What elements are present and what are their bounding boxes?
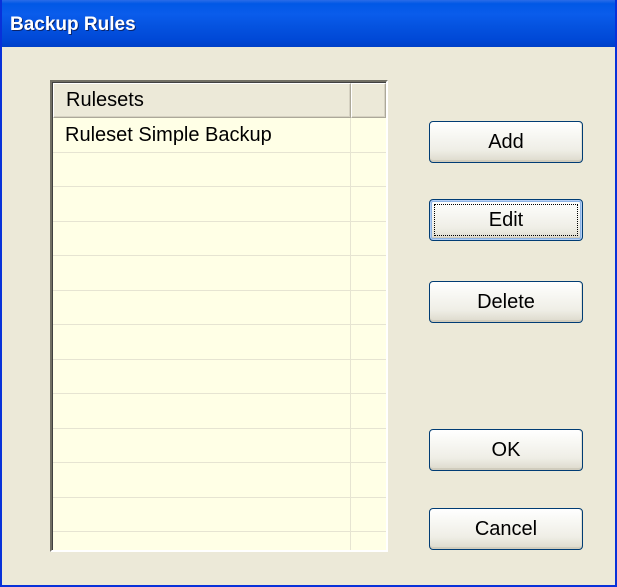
list-header-row: Rulesets: [53, 83, 386, 118]
add-button-label: Add: [488, 131, 524, 153]
list-item-extra-cell: [351, 498, 386, 532]
list-item-label: [53, 221, 351, 255]
list-item[interactable]: [53, 256, 386, 291]
list-item[interactable]: [53, 532, 386, 550]
list-item[interactable]: [53, 394, 386, 429]
list-item-label: [53, 394, 351, 428]
list-item-label: Ruleset Simple Backup: [53, 118, 351, 152]
list-item-extra-cell: [351, 256, 386, 290]
list-item-extra-cell: [351, 463, 386, 497]
list-item-extra-cell: [351, 118, 386, 152]
ok-button-label: OK: [491, 439, 521, 461]
list-item[interactable]: [53, 428, 386, 463]
rulesets-list[interactable]: Rulesets Ruleset Simple Backup: [50, 80, 388, 552]
list-item-label: [53, 532, 351, 550]
list-item-label: [53, 463, 351, 497]
list-item-extra-cell: [351, 187, 386, 221]
list-item-extra-cell: [351, 153, 386, 187]
cancel-button[interactable]: Cancel: [429, 508, 583, 550]
list-item[interactable]: [53, 221, 386, 256]
list-item-label: [53, 152, 351, 186]
cancel-button-label: Cancel: [474, 518, 538, 540]
list-item-extra-cell: [351, 532, 386, 550]
list-item-extra-cell: [351, 291, 386, 325]
list-item[interactable]: [53, 497, 386, 532]
list-item[interactable]: [53, 152, 386, 187]
list-item-label: [53, 325, 351, 359]
list-item[interactable]: Ruleset Simple Backup: [53, 118, 386, 153]
list-item-extra-cell: [351, 429, 386, 463]
list-item-label: [53, 187, 351, 221]
list-item-extra-cell: [351, 325, 386, 359]
edit-button[interactable]: Edit: [429, 199, 583, 241]
list-item[interactable]: [53, 463, 386, 498]
column-header-filler: [351, 83, 386, 118]
list-item[interactable]: [53, 325, 386, 360]
list-item-label: [53, 497, 351, 531]
list-item[interactable]: [53, 359, 386, 394]
column-header-rulesets[interactable]: Rulesets: [53, 83, 351, 118]
window-title: Backup Rules: [10, 14, 136, 35]
list-item-label: [53, 256, 351, 290]
list-item-extra-cell: [351, 222, 386, 256]
ok-button[interactable]: OK: [429, 429, 583, 471]
list-item-label: [53, 359, 351, 393]
list-item-label: [53, 428, 351, 462]
delete-button-label: Delete: [477, 291, 535, 313]
list-item-extra-cell: [351, 360, 386, 394]
edit-button-label: Edit: [488, 209, 524, 231]
rulesets-list-frame: Rulesets Ruleset Simple Backup: [52, 82, 386, 550]
backup-rules-dialog: Backup Rules Rulesets Ruleset Simple Bac…: [0, 0, 617, 587]
list-item-label: [53, 290, 351, 324]
list-item[interactable]: [53, 187, 386, 222]
list-item[interactable]: [53, 290, 386, 325]
list-rows: Ruleset Simple Backup: [53, 118, 386, 550]
add-button[interactable]: Add: [429, 121, 583, 163]
title-bar[interactable]: Backup Rules: [2, 0, 615, 47]
list-item-extra-cell: [351, 394, 386, 428]
delete-button[interactable]: Delete: [429, 281, 583, 323]
